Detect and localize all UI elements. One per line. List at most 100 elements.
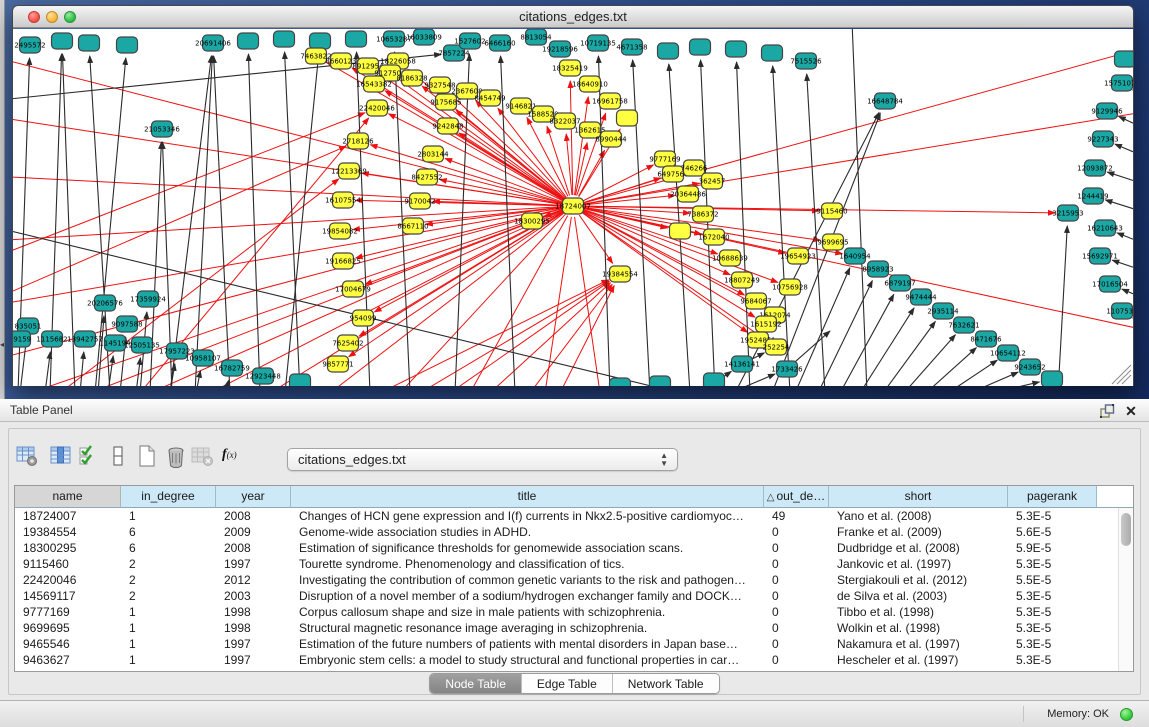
- table-row[interactable]: 977716911998Corpus callosum shape and si…: [15, 604, 1133, 620]
- network-node[interactable]: 22420046: [359, 100, 395, 116]
- network-node[interactable]: 3215953: [1052, 205, 1083, 221]
- table-row[interactable]: 946362711997Embryonic stem cells: a mode…: [15, 652, 1133, 668]
- table-cell[interactable]: Stergiakouli et al. (2012): [829, 572, 1008, 588]
- network-node[interactable]: 9170042: [404, 193, 435, 209]
- table-cell[interactable]: 0: [764, 604, 829, 620]
- table-cell[interactable]: Genome-wide association studies in ADHD.: [291, 524, 764, 540]
- network-node[interactable]: 18640910: [572, 76, 608, 92]
- table-cell[interactable]: 0: [764, 524, 829, 540]
- table-cell[interactable]: Corpus callosum shape and size in male p…: [291, 604, 764, 620]
- table-cell[interactable]: 22420046: [15, 572, 121, 588]
- network-node[interactable]: 2935114: [927, 303, 959, 319]
- network-node[interactable]: [290, 374, 311, 386]
- network-node[interactable]: 2718126: [342, 133, 374, 149]
- network-node[interactable]: 16648784: [867, 93, 903, 109]
- network-node[interactable]: [762, 45, 783, 61]
- network-edge[interactable]: [1122, 289, 1133, 301]
- table-cell[interactable]: 5.3E-5: [1008, 556, 1097, 572]
- table-cell[interactable]: 0: [764, 652, 829, 668]
- network-edge[interactable]: [578, 150, 604, 196]
- network-node[interactable]: [617, 110, 638, 126]
- network-node[interactable]: 12923448: [245, 368, 281, 384]
- table-selector-dropdown[interactable]: citations_edges.txt ▲▼: [287, 448, 678, 471]
- network-node[interactable]: 39159: [13, 331, 31, 347]
- network-node[interactable]: 9097588: [111, 316, 142, 332]
- network-node[interactable]: 1115682: [36, 331, 67, 347]
- network-edge[interactable]: [270, 212, 564, 386]
- network-node[interactable]: [310, 33, 331, 49]
- network-edge[interactable]: [196, 371, 200, 386]
- table-cell[interactable]: Embryonic stem cells: a model to study s…: [291, 652, 764, 668]
- network-edge[interactable]: [904, 335, 955, 386]
- network-edge[interactable]: [136, 358, 140, 386]
- table-row[interactable]: 1830029562008Estimation of significance …: [15, 540, 1133, 556]
- table-cell[interactable]: 1997: [216, 652, 291, 668]
- network-node[interactable]: 2803144: [417, 146, 449, 162]
- table-cell[interactable]: 2: [121, 572, 216, 588]
- column-header-pagerank[interactable]: pagerank: [1008, 486, 1097, 508]
- tab-node-table[interactable]: Node Table: [430, 674, 521, 693]
- column-header-short[interactable]: short: [829, 486, 1008, 508]
- table-cell[interactable]: Estimation of significance thresholds fo…: [291, 540, 764, 556]
- close-panel-icon[interactable]: ✕: [1123, 403, 1139, 419]
- network-edge[interactable]: [80, 352, 84, 386]
- network-node[interactable]: 19654923: [780, 248, 816, 264]
- resize-grip-icon[interactable]: [1112, 365, 1131, 384]
- network-node[interactable]: 15692971: [1082, 248, 1118, 264]
- network-node[interactable]: 1672040: [698, 229, 729, 245]
- table-row[interactable]: 1456911722003Disruption of a novel membe…: [15, 588, 1133, 604]
- network-node[interactable]: 7515526: [790, 53, 822, 69]
- table-cell[interactable]: 1998: [216, 604, 291, 620]
- zoom-button[interactable]: [64, 11, 76, 23]
- network-node[interactable]: 1733426: [771, 361, 803, 377]
- table-cell[interactable]: 0: [764, 620, 829, 636]
- column-header-year[interactable]: year: [216, 486, 291, 508]
- table-cell[interactable]: 6: [121, 524, 216, 540]
- table-cell[interactable]: Disruption of a novel member of a sodium…: [291, 588, 764, 604]
- table-row[interactable]: 969969511998Structural magnetic resonanc…: [15, 620, 1133, 636]
- network-edge[interactable]: [45, 352, 50, 386]
- table-cell[interactable]: 1: [121, 652, 216, 668]
- network-node[interactable]: [346, 31, 367, 47]
- network-node[interactable]: 10719135: [580, 35, 616, 51]
- table-cell[interactable]: Yano et al. (2008): [829, 508, 1008, 524]
- float-panel-icon[interactable]: [1099, 403, 1115, 419]
- network-edge[interactable]: [13, 176, 562, 205]
- table-cell[interactable]: 1: [121, 604, 216, 620]
- table-cell[interactable]: 2008: [216, 508, 291, 524]
- table-cell[interactable]: 5.6E-5: [1008, 524, 1097, 540]
- table-cell[interactable]: 0: [764, 588, 829, 604]
- network-node[interactable]: 10688639: [712, 250, 748, 266]
- network-edge[interactable]: [490, 283, 610, 386]
- network-node[interactable]: 16210643: [1087, 220, 1123, 236]
- network-node[interactable]: [650, 376, 671, 386]
- network-edge[interactable]: [992, 382, 1039, 386]
- table-cell[interactable]: 18300295: [15, 540, 121, 556]
- table-cell[interactable]: Dudbridge et al. (2008): [829, 540, 1008, 556]
- network-node[interactable]: 21053346: [144, 121, 180, 137]
- network-node[interactable]: 20364486: [670, 186, 706, 202]
- network-node[interactable]: 9699695: [817, 234, 848, 250]
- table-cell[interactable]: de Silva et al. (2003): [829, 588, 1008, 604]
- network-edge[interactable]: [195, 56, 212, 386]
- network-view-window[interactable]: citations_edges.txt 24955722069140610653…: [12, 5, 1134, 386]
- table-cell[interactable]: 2008: [216, 540, 291, 556]
- network-node[interactable]: 9684067: [740, 293, 771, 309]
- network-node[interactable]: 252254: [763, 339, 790, 355]
- network-graph[interactable]: 2495572206914061065328716033809785722415…: [13, 29, 1133, 386]
- network-edge[interactable]: [795, 331, 830, 362]
- network-edge[interactable]: [1058, 226, 1067, 386]
- table-panel-header[interactable]: Table Panel ✕: [0, 399, 1149, 422]
- new-document-icon[interactable]: [135, 444, 159, 468]
- network-edge[interactable]: [1107, 172, 1133, 186]
- network-node[interactable]: [704, 373, 725, 386]
- table-cell[interactable]: 2: [121, 588, 216, 604]
- network-edge[interactable]: [248, 54, 260, 386]
- network-edge[interactable]: [970, 372, 1018, 386]
- network-node[interactable]: 15751074: [1104, 75, 1133, 91]
- network-edge[interactable]: [883, 321, 935, 386]
- table-cell[interactable]: 49: [764, 508, 829, 524]
- minimize-button[interactable]: [46, 11, 58, 23]
- network-node[interactable]: [610, 378, 631, 386]
- network-edge[interactable]: [807, 74, 825, 386]
